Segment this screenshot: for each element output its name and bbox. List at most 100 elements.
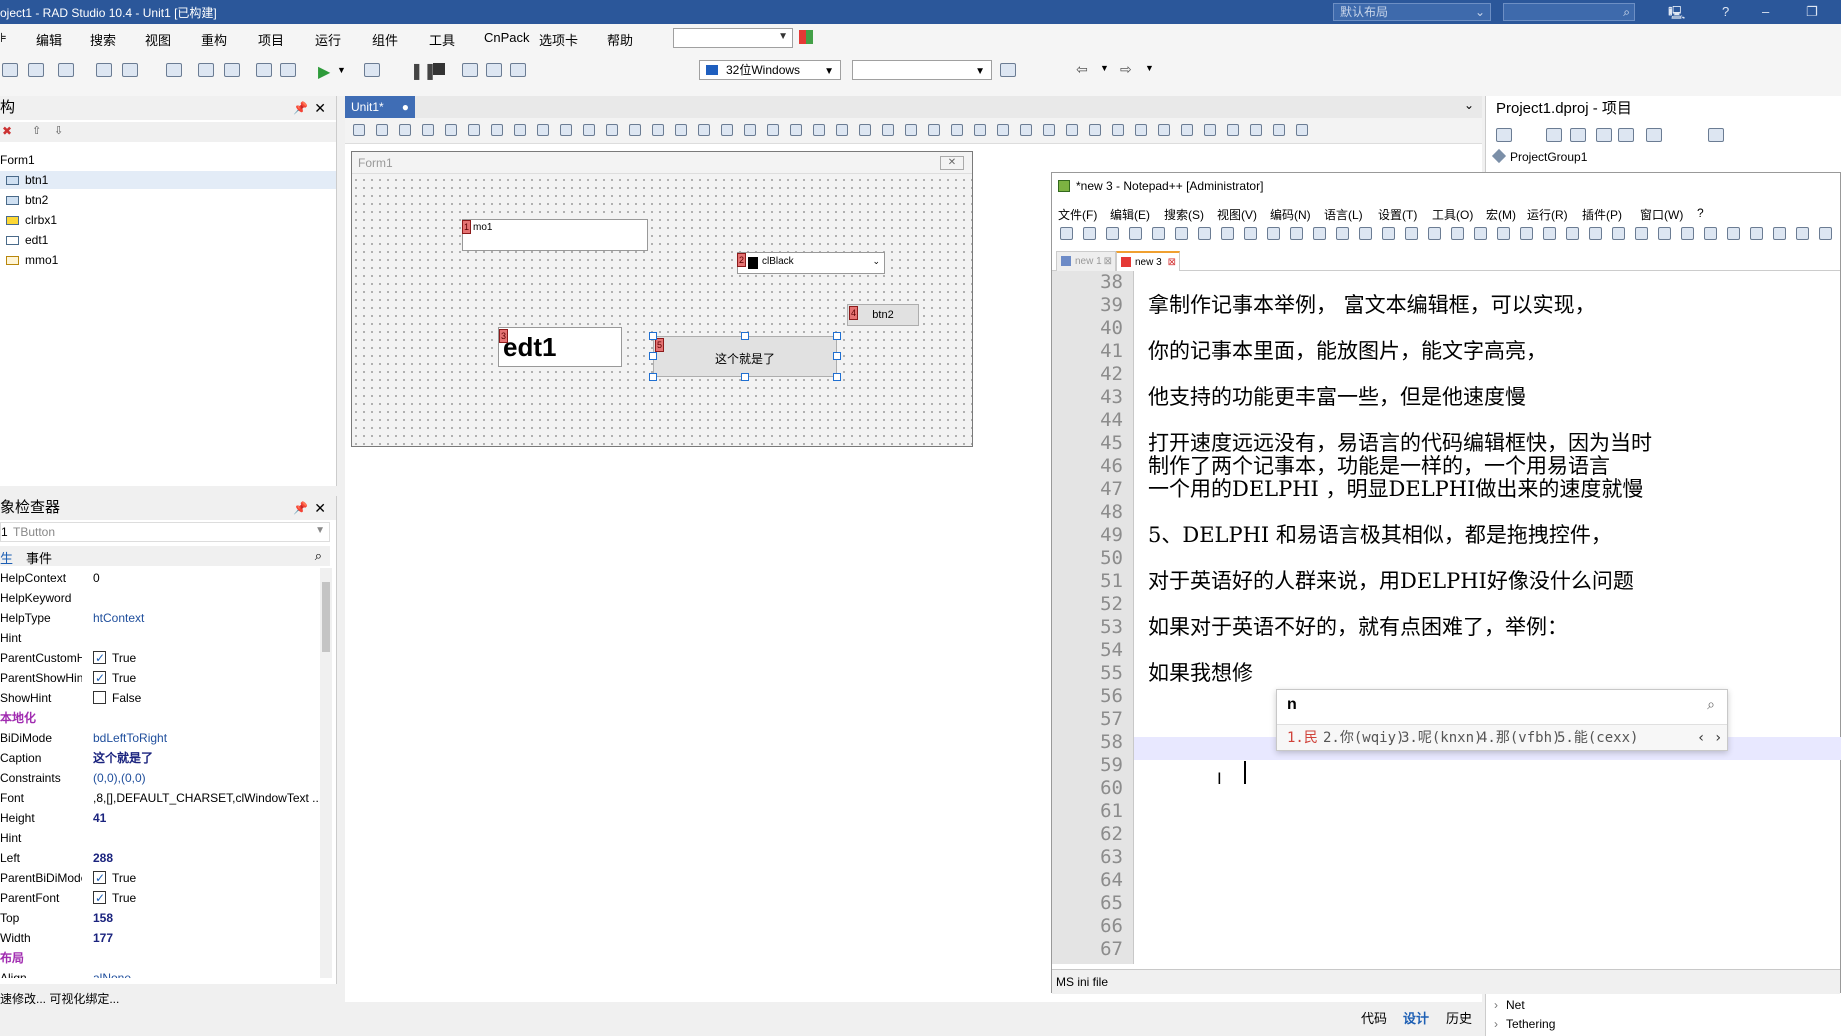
align-tool-icon[interactable]: [445, 124, 457, 136]
align-tool-icon[interactable]: [1227, 124, 1239, 136]
selection-handle[interactable]: [741, 332, 749, 340]
align-tool-icon[interactable]: [675, 124, 687, 136]
align-tool-icon[interactable]: [422, 124, 434, 136]
property-value[interactable]: (0,0),(0,0): [93, 768, 146, 788]
npp-tool-icon[interactable]: [1727, 227, 1740, 240]
property-row[interactable]: Align alNone: [0, 968, 320, 978]
step-over-icon[interactable]: [462, 63, 478, 77]
align-tool-icon[interactable]: [1043, 124, 1055, 136]
npp-tool-icon[interactable]: [1313, 227, 1326, 240]
npp-tool-icon[interactable]: [1773, 227, 1786, 240]
notepad-window[interactable]: *new 3 - Notepad++ [Administrator] 文件(F)…: [1051, 172, 1841, 994]
ime-candidate[interactable]: 2.你(wqiy): [1323, 725, 1404, 751]
component-selector[interactable]: 1 TButton ▼: [0, 522, 330, 542]
property-row[interactable]: Font ,8,[],DEFAULT_CHARSET,clWindowText .…: [0, 788, 320, 808]
checkbox[interactable]: [93, 691, 106, 705]
property-value[interactable]: True: [93, 648, 136, 668]
nav-back-icon[interactable]: ⇦: [1076, 61, 1088, 78]
delete-icon[interactable]: ✖: [2, 124, 12, 138]
npp-tool-icon[interactable]: [1543, 227, 1556, 240]
property-value[interactable]: 这个就是了: [93, 748, 153, 768]
align-tool-icon[interactable]: [491, 124, 503, 136]
form1-window[interactable]: Form1 ✕ mo1 1 clBlack ⌄ 2 edt1 3 这个就是了 5…: [351, 151, 973, 447]
palette-category-tethering[interactable]: › Tethering: [1494, 1017, 1555, 1031]
property-value[interactable]: 0: [93, 568, 100, 588]
npp-tool-icon[interactable]: [1520, 227, 1533, 240]
npp-tool-icon[interactable]: [1589, 227, 1602, 240]
npp-tool-icon[interactable]: [1635, 227, 1648, 240]
align-tool-icon[interactable]: [974, 124, 986, 136]
trace-out-icon[interactable]: [510, 63, 526, 77]
nav-forward-icon[interactable]: ⇨: [1120, 61, 1132, 78]
save-icon[interactable]: [166, 63, 182, 77]
npp-tool-icon[interactable]: [1681, 227, 1694, 240]
tree-item-btn1[interactable]: btn1: [0, 171, 336, 189]
align-tool-icon[interactable]: [1204, 124, 1216, 136]
property-value[interactable]: True: [93, 888, 136, 908]
tab-events[interactable]: 事件: [26, 548, 52, 567]
align-tool-icon[interactable]: [1020, 124, 1032, 136]
npp-tool-icon[interactable]: [1704, 227, 1717, 240]
ime-candidate[interactable]: 1.民: [1287, 725, 1318, 751]
remove-file-icon[interactable]: [280, 63, 296, 77]
search-icon[interactable]: ⌕: [1707, 696, 1715, 713]
selection-handle[interactable]: [833, 373, 841, 381]
align-tool-icon[interactable]: [698, 124, 710, 136]
desktop-combo[interactable]: ▼: [673, 28, 793, 48]
align-tool-icon[interactable]: [629, 124, 641, 136]
property-value[interactable]: alNone: [93, 968, 131, 978]
run-without-debug-icon[interactable]: [364, 63, 380, 77]
search-icon[interactable]: ⌕: [315, 548, 322, 564]
platform-select[interactable]: 32位Windows ▼: [699, 60, 841, 80]
align-tool-icon[interactable]: [928, 124, 940, 136]
color-palette-icon[interactable]: [799, 30, 813, 44]
npp-tool-icon[interactable]: [1106, 227, 1119, 240]
tree-item-mmo1[interactable]: mmo1: [0, 251, 336, 269]
stop-icon[interactable]: [433, 63, 445, 75]
align-tool-icon[interactable]: [353, 124, 365, 136]
checkbox[interactable]: [93, 888, 106, 908]
chevron-down-icon[interactable]: ▼: [337, 65, 346, 75]
selection-handle[interactable]: [649, 352, 657, 360]
folder-icon[interactable]: [1570, 128, 1586, 142]
ime-candidate[interactable]: 4.那(vfbh): [1479, 725, 1560, 751]
selection-handle[interactable]: [649, 373, 657, 381]
property-value[interactable]: 41: [93, 808, 106, 828]
npp-tool-icon[interactable]: [1221, 227, 1234, 240]
tree-item-edt1[interactable]: edt1: [0, 231, 336, 249]
npp-tool-icon[interactable]: [1267, 227, 1280, 240]
build-icon[interactable]: [1618, 128, 1634, 142]
menu-edit[interactable]: 编辑: [36, 30, 62, 49]
text-editor[interactable]: 拿制作记事本举例， 富文本编辑框，可以实现， 你的记事本里面，能放图片，能文字高亮…: [1052, 271, 1841, 964]
npp-menu-macro[interactable]: 宏(M): [1486, 206, 1516, 223]
menu-refactor[interactable]: 重构: [201, 30, 227, 49]
property-value[interactable]: ,8,[],DEFAULT_CHARSET,clWindowText ...: [93, 788, 320, 808]
open-icon[interactable]: [28, 63, 44, 77]
property-row[interactable]: HelpKeyword: [0, 588, 320, 608]
property-value[interactable]: 177: [93, 928, 113, 948]
move-up-icon[interactable]: ⇧: [32, 124, 41, 137]
property-value[interactable]: False: [93, 688, 141, 708]
pin-icon[interactable]: 📌: [293, 96, 308, 120]
menu-help[interactable]: 帮助: [607, 30, 633, 49]
chevron-down-icon[interactable]: ▼: [1100, 63, 1109, 73]
tree-item-btn2[interactable]: btn2: [0, 191, 336, 209]
property-row[interactable]: Caption 这个就是了: [0, 748, 320, 768]
button1-component[interactable]: 这个就是了: [653, 336, 837, 377]
npp-menu-tools[interactable]: 工具(O): [1432, 206, 1473, 223]
npp-menu-search[interactable]: 搜索(S): [1164, 206, 1204, 223]
tab-history[interactable]: 历史: [1446, 1008, 1472, 1027]
npp-tool-icon[interactable]: [1129, 227, 1142, 240]
property-value[interactable]: bdLeftToRight: [93, 728, 167, 748]
pin-icon[interactable]: 📌: [293, 496, 308, 520]
minimize-icon[interactable]: –: [1762, 4, 1769, 19]
align-tool-icon[interactable]: [1066, 124, 1078, 136]
inspector-scrollbar[interactable]: [320, 568, 332, 978]
run-icon[interactable]: ▶: [318, 62, 330, 82]
property-row[interactable]: ParentFont True: [0, 888, 320, 908]
align-tool-icon[interactable]: [1135, 124, 1147, 136]
property-row[interactable]: Left 288: [0, 848, 320, 868]
trace-into-icon[interactable]: [486, 63, 502, 77]
property-row[interactable]: Hint: [0, 628, 320, 648]
new-icon[interactable]: [2, 63, 18, 77]
